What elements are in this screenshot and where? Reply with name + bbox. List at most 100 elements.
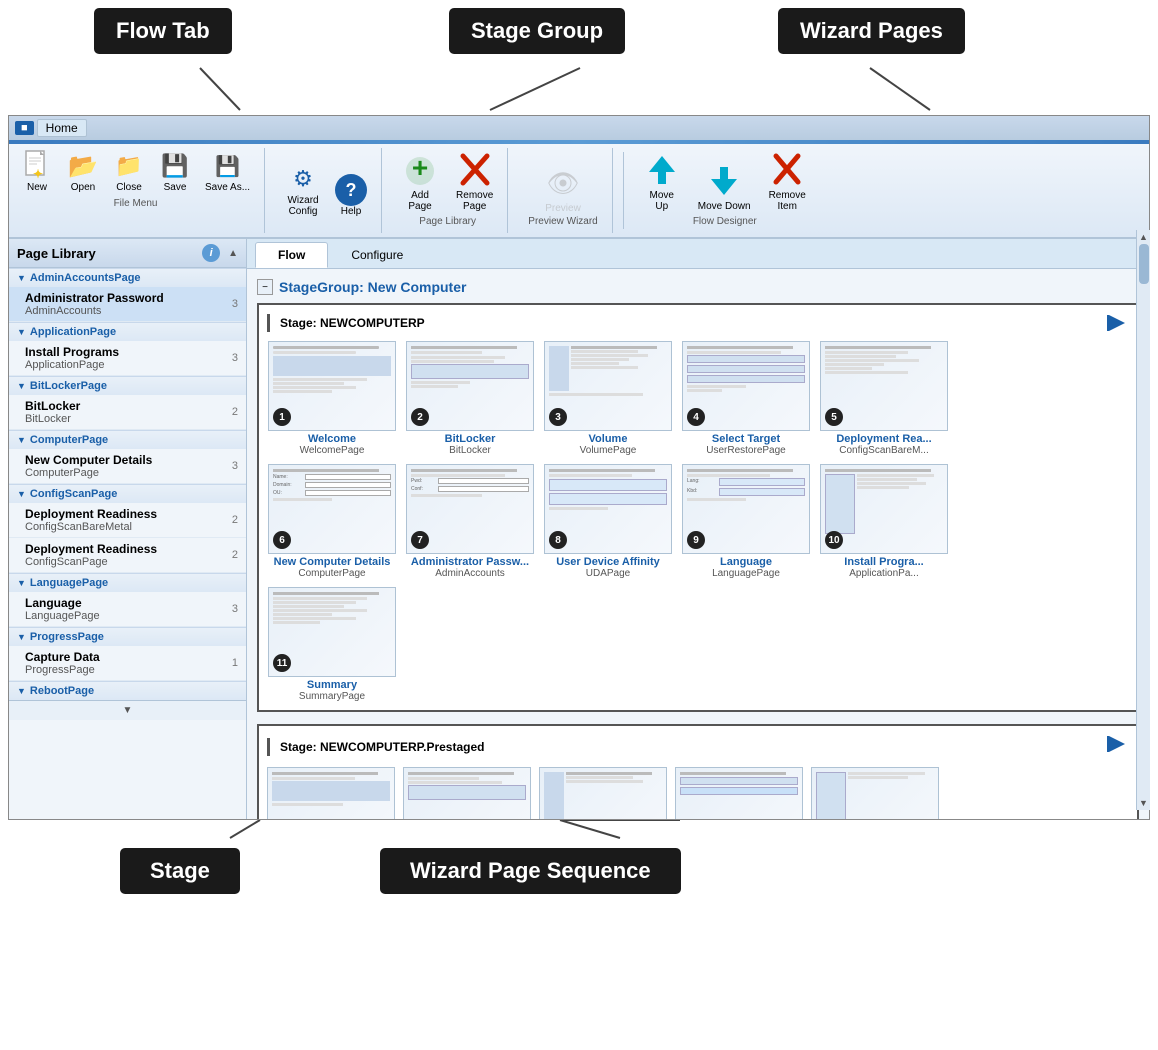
collapse-icon-admin: ▼ bbox=[17, 273, 26, 283]
pl-item-page-bitlocker: BitLocker bbox=[25, 413, 80, 425]
flow-designer-label: Flow Designer bbox=[693, 216, 757, 227]
page-num-5: 5 bbox=[825, 408, 843, 426]
page-card-6[interactable]: Name: Domain: OU: bbox=[267, 464, 397, 579]
page-card-11[interactable]: 11 Summary SummaryPage bbox=[267, 587, 397, 702]
pl-scroll-down[interactable]: ▼ bbox=[9, 700, 246, 720]
ribbon-group-preview: 👁 Preview Preview Wizard bbox=[514, 148, 612, 233]
page-thumb-9: Lang: Kbd: 9 bbox=[682, 464, 810, 554]
prestaged-page-5[interactable] bbox=[811, 767, 939, 819]
page-card-7[interactable]: Pwd: Conf: 7 bbox=[405, 464, 535, 579]
pl-item-count-deploy-bm: 2 bbox=[232, 514, 238, 526]
save-as-icon: 💾 bbox=[212, 150, 244, 182]
page-card-10[interactable]: 10 Install Progra... ApplicationPa... bbox=[819, 464, 949, 579]
move-down-button[interactable]: Move Down bbox=[694, 159, 755, 214]
page-card-2[interactable]: 2 BitLocker BitLocker bbox=[405, 341, 535, 456]
scrollbar-thumb[interactable] bbox=[1139, 244, 1149, 284]
page-card-3[interactable]: 3 Volume VolumePage bbox=[543, 341, 673, 456]
page-card-4[interactable]: 4 Select Target UserRestorePage bbox=[681, 341, 811, 456]
page-card-5[interactable]: 5 Deployment Rea... ConfigScanBareM... bbox=[819, 341, 949, 456]
stage-group-header: − StageGroup: New Computer bbox=[257, 279, 1139, 295]
close-icon: 📁 bbox=[113, 150, 145, 182]
pl-item-name-deploy-s: Deployment Readiness bbox=[25, 542, 157, 556]
annotation-wizard-pages: Wizard Pages bbox=[778, 8, 965, 54]
pl-item-deploy-scan[interactable]: Deployment Readiness ConfigScanPage 2 bbox=[9, 538, 246, 573]
pages-row-3: 11 Summary SummaryPage bbox=[267, 587, 1129, 702]
category-header-computer[interactable]: ▼ ComputerPage bbox=[9, 430, 246, 449]
tab-flow[interactable]: Flow bbox=[255, 242, 328, 268]
prestaged-page-3[interactable] bbox=[539, 767, 667, 819]
help-button[interactable]: ? Help bbox=[331, 172, 371, 219]
page-num-6: 6 bbox=[273, 531, 291, 549]
scrollbar-down[interactable]: ▼ bbox=[1139, 798, 1148, 808]
page-type-1: WelcomePage bbox=[300, 445, 365, 456]
pl-item-admin-password[interactable]: Administrator Password AdminAccounts 3 bbox=[9, 287, 246, 322]
pl-item-deploy-baremetal[interactable]: Deployment Readiness ConfigScanBareMetal… bbox=[9, 503, 246, 538]
save-button[interactable]: 💾 Save bbox=[155, 148, 195, 195]
pl-item-count-deploy-s: 2 bbox=[232, 549, 238, 561]
move-down-label: Move Down bbox=[698, 201, 751, 212]
pl-item-name-computer: New Computer Details bbox=[25, 453, 152, 467]
page-num-9: 9 bbox=[687, 531, 705, 549]
add-page-icon: + bbox=[402, 150, 438, 190]
category-header-app[interactable]: ▼ ApplicationPage bbox=[9, 322, 246, 341]
prestaged-page-4[interactable] bbox=[675, 767, 803, 819]
save-as-button[interactable]: 💾 Save As... bbox=[201, 148, 254, 195]
tab-configure[interactable]: Configure bbox=[328, 242, 426, 268]
preview-button[interactable]: 👁 Preview bbox=[539, 161, 587, 216]
wizard-config-button[interactable]: ⚙ WizardConfig bbox=[281, 161, 325, 219]
page-name-10: Install Progra... bbox=[844, 556, 923, 568]
page-library-panel: Page Library i ▲ ▼ AdminAccountsPage Adm… bbox=[9, 239, 247, 819]
stage-label-newcomp: Stage: NEWCOMPUTERP bbox=[280, 316, 425, 330]
new-button[interactable]: ✦ New bbox=[17, 148, 57, 195]
open-button[interactable]: 📂 Open bbox=[63, 148, 103, 195]
pl-item-name-app: Install Programs bbox=[25, 345, 119, 359]
collapse-stage-group[interactable]: − bbox=[257, 279, 273, 295]
cat-label-app: ApplicationPage bbox=[30, 326, 116, 338]
category-application: ▼ ApplicationPage Install Programs Appli… bbox=[9, 322, 246, 376]
page-num-1: 1 bbox=[273, 408, 291, 426]
page-name-11: Summary bbox=[307, 679, 357, 691]
pl-item-new-computer[interactable]: New Computer Details ComputerPage 3 bbox=[9, 449, 246, 484]
category-header-reboot[interactable]: ▼ RebootPage bbox=[9, 681, 246, 700]
pl-item-capture-data[interactable]: Capture Data ProgressPage 1 bbox=[9, 646, 246, 681]
scrollbar-up[interactable]: ▲ bbox=[1139, 232, 1148, 242]
category-computer: ▼ ComputerPage New Computer Details Comp… bbox=[9, 430, 246, 484]
category-header-progress[interactable]: ▼ ProgressPage bbox=[9, 627, 246, 646]
move-up-button[interactable]: MoveUp bbox=[640, 148, 684, 214]
page-type-10: ApplicationPa... bbox=[849, 568, 919, 579]
category-header-admin[interactable]: ▼ AdminAccountsPage bbox=[9, 268, 246, 287]
page-card-8[interactable]: 8 User Device Affinity UDAPage bbox=[543, 464, 673, 579]
category-header-bitlocker[interactable]: ▼ BitLockerPage bbox=[9, 376, 246, 395]
pl-scroll-up[interactable]: ▲ bbox=[228, 248, 238, 259]
save-icon: 💾 bbox=[159, 150, 191, 182]
page-thumb-7: Pwd: Conf: 7 bbox=[406, 464, 534, 554]
pl-item-language[interactable]: Language LanguagePage 3 bbox=[9, 592, 246, 627]
close-button[interactable]: 📁 Close bbox=[109, 148, 149, 195]
prestaged-page-1[interactable] bbox=[267, 767, 395, 819]
remove-item-button[interactable]: RemoveItem bbox=[765, 148, 810, 214]
category-header-configscan[interactable]: ▼ ConfigScanPage bbox=[9, 484, 246, 503]
pl-item-name-deploy-bm: Deployment Readiness bbox=[25, 507, 157, 521]
remove-page-button[interactable]: RemovePage bbox=[452, 148, 497, 214]
pl-item-bitlocker[interactable]: BitLocker BitLocker 2 bbox=[9, 395, 246, 430]
remove-item-icon bbox=[769, 150, 805, 190]
app-menu-btn[interactable]: ■ bbox=[15, 121, 34, 135]
category-header-language[interactable]: ▼ LanguagePage bbox=[9, 573, 246, 592]
add-page-button[interactable]: + AddPage bbox=[398, 148, 442, 214]
pl-item-name-bitlocker: BitLocker bbox=[25, 399, 80, 413]
page-card-1[interactable]: 1 Welcome WelcomePage bbox=[267, 341, 397, 456]
prestaged-page-2[interactable] bbox=[403, 767, 531, 819]
page-name-9: Language bbox=[720, 556, 772, 568]
pl-item-count-language: 3 bbox=[232, 603, 238, 615]
home-tab-label[interactable]: Home bbox=[37, 119, 87, 137]
move-up-icon bbox=[644, 150, 680, 190]
page-type-4: UserRestorePage bbox=[706, 445, 785, 456]
collapse-icon-reboot: ▼ bbox=[17, 686, 26, 696]
page-card-9[interactable]: Lang: Kbd: 9 bbox=[681, 464, 811, 579]
pl-item-install-programs[interactable]: Install Programs ApplicationPage 3 bbox=[9, 341, 246, 376]
page-thumb-4: 4 bbox=[682, 341, 810, 431]
stage-prestaged: Stage: NEWCOMPUTERP.Prestaged bbox=[257, 724, 1139, 819]
annotation-stage-bottom: Stage bbox=[120, 848, 240, 894]
svg-text:+: + bbox=[412, 152, 428, 183]
page-thumb-1: 1 bbox=[268, 341, 396, 431]
